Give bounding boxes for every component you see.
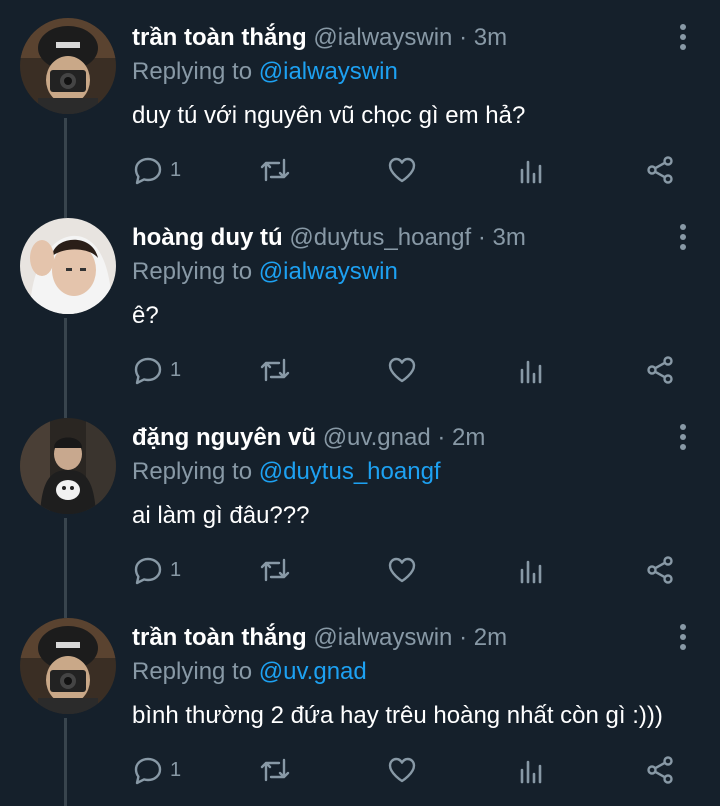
tweet-header: trần toàn thắng @ialwayswin · 2m: [132, 622, 507, 654]
analytics-button[interactable]: [516, 354, 548, 386]
reply-button[interactable]: 1: [132, 354, 181, 386]
reply-count: 1: [170, 758, 182, 781]
reply-count: 1: [170, 558, 182, 581]
share-button[interactable]: [644, 354, 676, 386]
like-button[interactable]: [386, 354, 418, 386]
display-name[interactable]: trần toàn thắng: [132, 624, 307, 651]
reply-icon: [134, 157, 162, 185]
replying-to-link[interactable]: @ialwayswin: [259, 258, 398, 285]
tweet-text: duy tú với nguyên vũ chọc gì em hả?: [132, 102, 526, 129]
replying-to: Replying to @uv.gnad: [132, 656, 367, 688]
avatar[interactable]: [20, 618, 116, 714]
reply-icon: [134, 357, 162, 385]
analytics-icon: [520, 360, 542, 384]
timestamp[interactable]: 2m: [474, 624, 507, 651]
replying-to-link[interactable]: @duytus_hoangf: [259, 458, 441, 485]
retweet-button[interactable]: [258, 354, 292, 386]
reply-icon: [134, 757, 162, 785]
more-vertical-icon[interactable]: [680, 624, 688, 652]
heart-icon: [388, 557, 416, 583]
heart-icon: [388, 757, 416, 783]
share-icon: [647, 356, 673, 384]
display-name[interactable]: trần toàn thắng: [132, 24, 307, 51]
share-icon: [647, 556, 673, 584]
tweet-text: ê?: [132, 302, 159, 329]
more-vertical-icon[interactable]: [680, 424, 688, 452]
separator-dot: ·: [477, 224, 486, 251]
avatar[interactable]: [20, 218, 116, 314]
timestamp[interactable]: 3m: [474, 24, 507, 51]
tweet-header: hoàng duy tú @duytus_hoangf · 3m: [132, 222, 526, 254]
heart-icon: [388, 157, 416, 183]
replying-to: Replying to @ialwayswin: [132, 56, 398, 88]
timestamp[interactable]: 3m: [493, 224, 526, 251]
reply-icon: [134, 557, 162, 585]
separator-dot: ·: [437, 424, 446, 451]
reply-count: 1: [170, 358, 182, 381]
analytics-button[interactable]: [516, 154, 548, 186]
like-button[interactable]: [386, 754, 418, 786]
tweet-actions: 1: [132, 154, 692, 186]
replying-prefix: Replying to: [132, 58, 253, 85]
tweet[interactable]: trần toàn thắng @ialwayswin · 2m Replyin…: [0, 600, 720, 800]
tweet[interactable]: hoàng duy tú @duytus_hoangf · 3m Replyin…: [0, 200, 720, 400]
tweet[interactable]: đặng nguyên vũ @uv.gnad · 2m Replying to…: [0, 400, 720, 600]
tweet-actions: 1: [132, 554, 692, 586]
display-name[interactable]: hoàng duy tú: [132, 224, 283, 251]
retweet-button[interactable]: [258, 754, 292, 786]
analytics-icon: [520, 160, 542, 184]
analytics-icon: [520, 560, 542, 584]
replying-to: Replying to @duytus_hoangf: [132, 456, 441, 488]
analytics-icon: [520, 760, 542, 784]
share-icon: [647, 756, 673, 784]
analytics-button[interactable]: [516, 554, 548, 586]
tweet-header: đặng nguyên vũ @uv.gnad · 2m: [132, 422, 485, 454]
heart-icon: [388, 357, 416, 383]
user-handle[interactable]: @ialwayswin: [313, 24, 452, 51]
user-handle[interactable]: @duytus_hoangf: [289, 224, 471, 251]
reply-button[interactable]: 1: [132, 754, 181, 786]
user-handle[interactable]: @ialwayswin: [313, 624, 452, 651]
tweet-text: ai làm gì đâu???: [132, 502, 310, 529]
replying-to-link[interactable]: @uv.gnad: [259, 658, 367, 685]
reply-button[interactable]: 1: [132, 554, 181, 586]
replying-prefix: Replying to: [132, 458, 253, 485]
retweet-icon: [260, 558, 290, 582]
retweet-icon: [260, 158, 290, 182]
replying-to: Replying to @ialwayswin: [132, 256, 398, 288]
retweet-icon: [260, 758, 290, 782]
tweet-actions: 1: [132, 754, 692, 786]
share-button[interactable]: [644, 154, 676, 186]
replying-to-link[interactable]: @ialwayswin: [259, 58, 398, 85]
avatar[interactable]: [20, 418, 116, 514]
reply-count: 1: [170, 158, 182, 181]
retweet-button[interactable]: [258, 154, 292, 186]
replying-prefix: Replying to: [132, 258, 253, 285]
retweet-button[interactable]: [258, 554, 292, 586]
avatar[interactable]: [20, 18, 116, 114]
retweet-icon: [260, 358, 290, 382]
separator-dot: ·: [459, 624, 468, 651]
replying-prefix: Replying to: [132, 658, 253, 685]
like-button[interactable]: [386, 154, 418, 186]
user-handle[interactable]: @uv.gnad: [323, 424, 431, 451]
tweet[interactable]: trần toàn thắng @ialwayswin · 3m Replyin…: [0, 0, 720, 200]
tweet-header: trần toàn thắng @ialwayswin · 3m: [132, 22, 507, 54]
more-vertical-icon[interactable]: [680, 224, 688, 252]
analytics-button[interactable]: [516, 754, 548, 786]
share-button[interactable]: [644, 554, 676, 586]
share-icon: [647, 156, 673, 184]
separator-dot: ·: [459, 24, 468, 51]
tweet-text: bình thường 2 đứa hay trêu hoàng nhất cò…: [132, 702, 663, 729]
reply-button[interactable]: 1: [132, 154, 181, 186]
display-name[interactable]: đặng nguyên vũ: [132, 424, 316, 451]
tweet-actions: 1: [132, 354, 692, 386]
share-button[interactable]: [644, 754, 676, 786]
timestamp[interactable]: 2m: [452, 424, 485, 451]
like-button[interactable]: [386, 554, 418, 586]
more-vertical-icon[interactable]: [680, 24, 688, 52]
